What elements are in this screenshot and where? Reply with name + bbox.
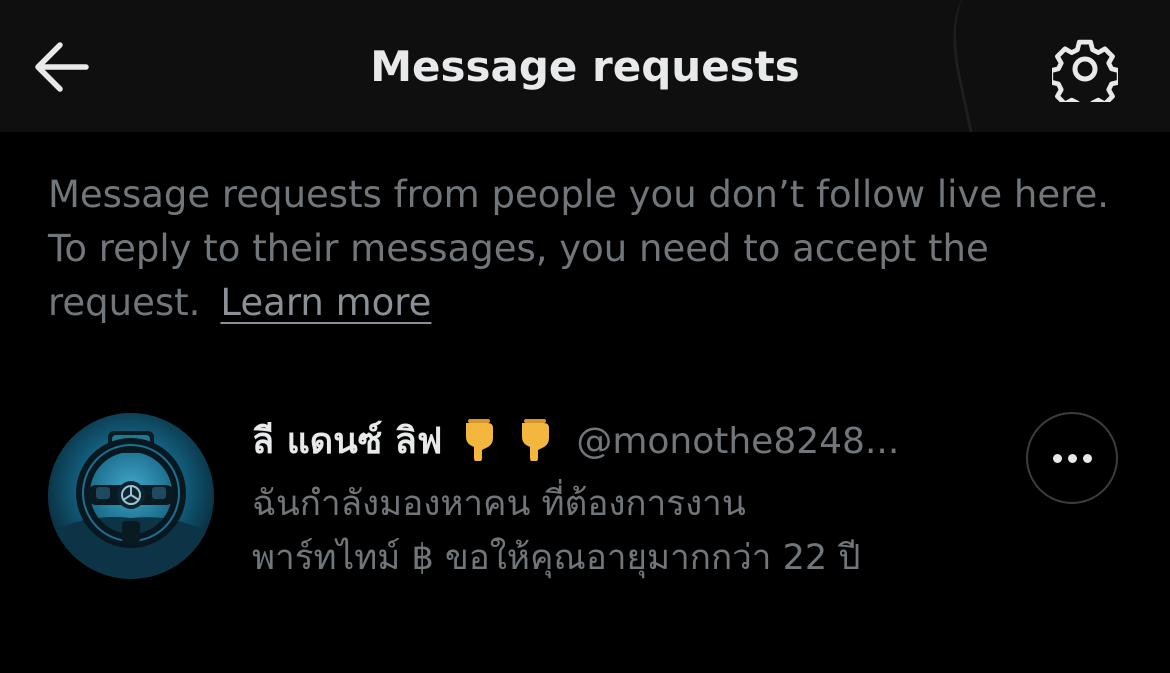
- message-preview-line: ฉันกำลังมองหาคน ที่ต้องการงาน: [252, 484, 746, 524]
- message-preview-line: พาร์ทไทม์ ฿ ขอให้คุณอายุมากกว่า 22 ปี: [252, 538, 861, 578]
- info-text: Message requests from people you don’t f…: [48, 168, 1128, 330]
- learn-more-link[interactable]: Learn more: [220, 281, 431, 324]
- pointing-down-hand-icon: [466, 419, 494, 461]
- steering-wheel-avatar-image: [48, 413, 214, 579]
- avatar[interactable]: [48, 413, 214, 579]
- settings-button[interactable]: [1048, 36, 1122, 113]
- more-options-button[interactable]: [1026, 412, 1118, 504]
- pointing-down-hand-icon: [522, 419, 550, 461]
- arrow-left-icon: [35, 42, 89, 92]
- sender-handle: @monothe8248...: [576, 421, 900, 462]
- message-preview: ฉันกำลังมองหาคน ที่ต้องการงาน พาร์ทไทม์ …: [252, 477, 1012, 585]
- message-request-item[interactable]: ลี แดนซ์ ลิฟ @monothe8248... ฉันกำลังมอง…: [0, 395, 1170, 600]
- gear-icon: [1048, 39, 1122, 113]
- info-message: Message requests from people you don’t f…: [48, 173, 1110, 324]
- back-button[interactable]: [30, 38, 92, 96]
- screen-crease: [941, 0, 1036, 132]
- sender-name: ลี แดนซ์ ลิฟ: [252, 421, 443, 462]
- top-bar: Message requests: [0, 0, 1170, 132]
- request-header: ลี แดนซ์ ลิฟ @monothe8248...: [252, 417, 992, 471]
